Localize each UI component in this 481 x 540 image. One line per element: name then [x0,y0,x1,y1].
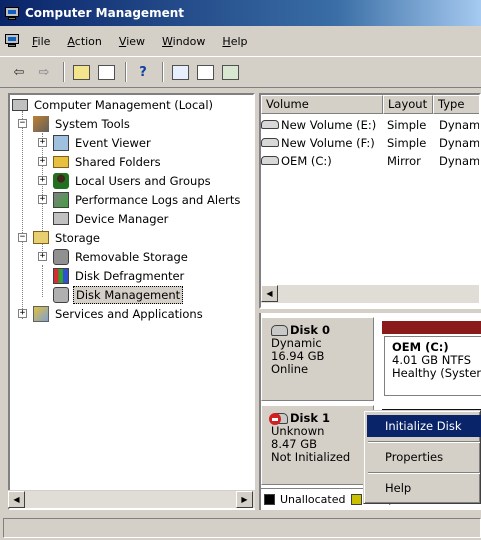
menu-file[interactable]: File [32,35,50,48]
tree-line [42,265,43,297]
export-list-icon[interactable] [219,62,241,82]
system-tools-icon [33,115,49,132]
status-field [3,518,481,538]
scroll-right-icon[interactable]: ▶ [236,491,253,508]
title-bar[interactable]: Computer Management [0,0,481,26]
tree-item-storage[interactable]: − Storage [18,228,102,247]
expand-icon[interactable]: + [38,252,47,261]
unallocated-swatch [264,494,275,505]
disk-management-icon [53,286,69,303]
toolbar: ⇦ ⇨ ? [0,56,481,88]
menu-item-properties[interactable]: Properties [367,446,481,468]
forward-arrow-icon[interactable]: ⇨ [33,62,55,82]
menu-item-help[interactable]: Help [367,477,481,499]
expand-icon[interactable]: + [18,309,27,318]
services-icon [33,305,49,322]
menu-separator [368,441,480,443]
scroll-left-icon[interactable]: ◀ [261,285,278,302]
refresh-icon[interactable] [169,62,191,82]
disk-0-label[interactable]: Disk 0 Dynamic 16.94 GB Online [261,317,374,401]
computer-icon [12,98,28,111]
collapse-icon[interactable]: − [18,233,27,242]
up-folder-icon[interactable] [70,62,92,82]
volume-icon [261,155,279,165]
tree-line [22,111,23,319]
menu-item-initialize-disk[interactable]: Initialize Disk [367,415,481,437]
list-header: Volume Layout Type [261,95,479,114]
tree-item-disk-management[interactable]: Disk Management [53,285,184,304]
column-header-layout[interactable]: Layout [383,95,433,114]
menu-separator [368,472,480,474]
column-header-volume[interactable]: Volume [261,95,383,114]
tree-horizontal-scrollbar[interactable]: ◀ ▶ [8,490,255,508]
menu-window[interactable]: Window [162,35,205,48]
tree-item-shared-folders[interactable]: + Shared Folders [38,152,163,171]
storage-icon [33,231,49,244]
disk-icon [271,325,288,336]
show-hide-tree-icon[interactable] [95,62,117,82]
menu-help[interactable]: Help [222,35,247,48]
tree-item-device-manager[interactable]: Device Manager [53,209,170,228]
toolbar-separator [162,62,164,82]
menu-action[interactable]: Action [67,35,101,48]
list-horizontal-scrollbar[interactable]: ◀ [261,285,479,303]
scroll-left-icon[interactable]: ◀ [8,491,25,508]
toolbar-separator [63,62,65,82]
removable-storage-icon [53,248,69,265]
tree-item-root[interactable]: Computer Management (Local) [12,95,215,114]
volume-list[interactable]: Volume Layout Type New Volume (E:) Simpl… [259,93,481,309]
toolbar-separator [125,62,127,82]
column-header-type[interactable]: Type [433,95,479,114]
tree-item-disk-defrag[interactable]: Disk Defragmenter [53,266,186,285]
expand-icon[interactable]: + [38,157,47,166]
table-row[interactable]: New Volume (E:) Simple Dynam [261,116,479,133]
tree-item-local-users[interactable]: + Local Users and Groups [38,171,213,190]
event-viewer-icon [53,134,69,151]
back-arrow-icon[interactable]: ⇦ [8,62,30,82]
disk-1-label[interactable]: Disk 1 Unknown 8.47 GB Not Initialized [261,405,374,485]
table-row[interactable]: OEM (C:) Mirror Dynam [261,152,479,169]
menu-view[interactable]: View [119,35,145,48]
tree-item-services-apps[interactable]: + Services and Applications [18,304,205,323]
volume-icon [261,119,279,129]
table-row[interactable]: New Volume (F:) Simple Dynam [261,134,479,151]
disk-error-icon [269,413,288,425]
menu-bar: File Action View Window Help [0,26,481,56]
help-icon[interactable]: ? [132,62,154,82]
partition-bar [382,321,481,334]
defragmenter-icon [53,267,69,284]
tree-item-system-tools[interactable]: − System Tools [18,114,132,133]
computer-management-icon [4,6,20,20]
partition-oem-c[interactable]: OEM (C:) 4.01 GB NTFS Healthy (System [384,336,481,396]
console-tree[interactable]: Computer Management (Local) − System Too… [8,93,255,510]
window-title: Computer Management [25,6,184,20]
tree-item-perf-logs[interactable]: + Performance Logs and Alerts [38,190,242,209]
expand-icon[interactable]: + [38,138,47,147]
volume-icon [261,137,279,147]
context-menu: Initialize Disk Properties Help [363,410,481,504]
device-manager-icon [53,212,69,225]
expand-icon[interactable]: + [38,195,47,204]
performance-logs-icon [53,191,69,208]
properties-icon[interactable] [194,62,216,82]
shared-folder-icon [53,155,69,168]
simple-volume-swatch [351,494,363,505]
status-bar [0,514,481,540]
users-icon [53,172,69,189]
collapse-icon[interactable]: − [18,119,27,128]
expand-icon[interactable]: + [38,176,47,185]
tree-item-removable-storage[interactable]: + Removable Storage [38,247,190,266]
system-menu-icon[interactable] [4,33,22,49]
tree-item-event-viewer[interactable]: + Event Viewer [38,133,153,152]
